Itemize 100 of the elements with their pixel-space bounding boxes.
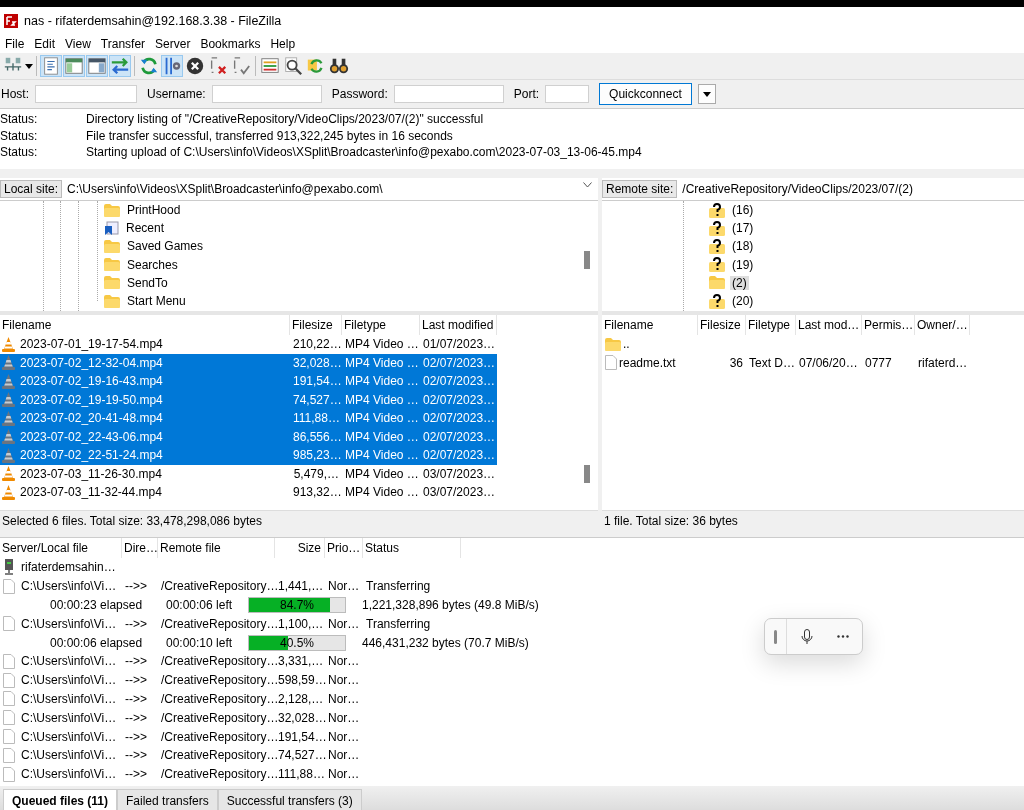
column-header[interactable]: Remote file: [158, 538, 275, 558]
status-text: Selected 6 files. Total size: 33,478,298,086 bytes: [0, 510, 598, 531]
column-header[interactable]: Filename: [0, 315, 290, 335]
queue-row[interactable]: C:\Users\info\Vi… -->> /CreativeRepository…598,59…Nor…: [0, 670, 1024, 690]
tree-item[interactable]: (17): [730, 221, 756, 236]
file-row[interactable]: 2023-07-03_11-32-44.mp4 913,32… MP4 Video … 03/07/2023…: [0, 483, 497, 502]
tab[interactable]: Successful transfers (3): [217, 789, 362, 810]
log-message: File transfer successful, transferred 913,322,245 bytes in 16 seconds: [86, 127, 453, 144]
menu-item[interactable]: Edit: [29, 37, 61, 51]
elapsed-time: 00:00:06 elapsed: [49, 635, 144, 650]
cone-icon: [2, 373, 15, 389]
column-header[interactable]: Filesize: [290, 315, 342, 335]
file-row[interactable]: 2023-07-02_22-51-24.mp4 985,23… MP4 Video … 02/07/2023…: [0, 446, 497, 465]
log-label: Status:: [0, 144, 39, 161]
file-row[interactable]: readme.txt 36 Text D… 07/06/20… 0777 rifaterd…: [602, 353, 1024, 372]
path-field[interactable]: /CreativeRepository/VideoClips/2023/07/(2): [677, 182, 1024, 196]
tree-item[interactable]: (2): [730, 275, 749, 290]
column-header[interactable]: Filetype: [746, 315, 796, 335]
password-label: Password:: [331, 87, 388, 101]
toolbar-button[interactable]: [184, 55, 206, 77]
parent-folder-name[interactable]: ..: [623, 337, 630, 352]
tree-item[interactable]: PrintHood: [125, 203, 183, 218]
folder-icon: [709, 276, 725, 290]
folder-icon: [104, 258, 120, 272]
queue-row[interactable]: C:\Users\info\Vi… -->> /CreativeRepository…191,54…Nor…: [0, 727, 1024, 746]
tree-item[interactable]: Recent: [124, 221, 167, 236]
queue-row[interactable]: C:\Users\info\Vi… -->> /CreativeRepository…1,100,… Nor… Transferring: [0, 614, 1024, 634]
column-header[interactable]: Last modified: [420, 315, 497, 335]
caret-icon: [702, 92, 711, 97]
grip-icon: [774, 629, 777, 644]
tab[interactable]: Queued files (11): [3, 789, 118, 810]
document-icon: [3, 766, 15, 782]
tree-item[interactable]: (19): [730, 257, 756, 272]
menu-item[interactable]: View: [60, 37, 96, 51]
cone-icon: [2, 447, 15, 463]
toolbar-button[interactable]: [86, 55, 108, 77]
file-row[interactable]: 2023-07-02_20-41-48.mp4 111,88… MP4 Video … 02/07/2023…: [0, 409, 497, 428]
unknown-folder-icon: [709, 293, 725, 309]
column-header[interactable]: Filetype: [342, 315, 420, 335]
column-header[interactable]: Status: [363, 538, 461, 558]
tab[interactable]: Failed transfers: [117, 789, 218, 810]
log-icon: [44, 57, 58, 75]
password-field[interactable]: [393, 85, 504, 103]
file-row[interactable]: 2023-07-03_11-26-30.mp4 5,479,… MP4 Video … 03/07/2023…: [0, 464, 497, 483]
tree-item[interactable]: Saved Games: [125, 239, 206, 254]
host-field[interactable]: [35, 85, 137, 103]
column-header[interactable]: Last mod…: [796, 315, 862, 335]
log-message: Starting upload of C:\Users\info\Videos\XSplit\Broadcaster\info@pexabo.com\2023-07-03_13-06-45.mp4: [86, 144, 642, 161]
menu-item[interactable]: Server: [150, 37, 196, 51]
toolbar-button[interactable]: [282, 55, 304, 77]
scrollbar-thumb[interactable]: [584, 465, 590, 483]
tree-item[interactable]: Searches: [125, 257, 180, 272]
menu-item[interactable]: Bookmarks: [195, 37, 266, 51]
column-header[interactable]: Filename: [602, 315, 698, 335]
column-header[interactable]: Owner/…: [915, 315, 970, 335]
remote-site-label: Remote site:: [602, 180, 678, 198]
document-icon: [3, 710, 15, 726]
cancel-icon: [186, 57, 204, 75]
queue-row[interactable]: C:\Users\info\Vi… -->> /CreativeRepository…2,128,… Nor…: [0, 689, 1024, 709]
file-row[interactable]: 2023-07-02_19-16-43.mp4 191,54… MP4 Video … 02/07/2023…: [0, 372, 497, 391]
menu-item[interactable]: Help: [265, 37, 301, 51]
queue-row[interactable]: C:\Users\info\Vi… -->> /CreativeRepository…74,527…Nor…: [0, 745, 1024, 765]
log-message: Directory listing of "/CreativeRepository/VideoClips/2023/07/(2)" successful: [86, 111, 484, 128]
host-label: Host:: [1, 87, 29, 101]
username-field[interactable]: [211, 85, 322, 103]
transfer-bytes: 446,431,232 bytes (70.7 MiB/s): [361, 635, 530, 650]
port-field[interactable]: [545, 85, 590, 103]
caret-icon[interactable]: [25, 63, 33, 69]
menu-item[interactable]: Transfer: [95, 37, 151, 51]
file-row[interactable]: 2023-07-02_12-32-04.mp4 32,028… MP4 Video … 02/07/2023…: [0, 353, 497, 372]
column-header[interactable]: Prio…: [325, 538, 363, 558]
unknown-folder-icon: [709, 257, 725, 273]
column-header[interactable]: Filesize: [698, 315, 746, 335]
time-left: 00:00:10 left: [165, 635, 234, 650]
quickconnect-button[interactable]: Quickconnect: [599, 83, 692, 105]
file-row[interactable]: 2023-07-01_19-17-54.mp4 210,22… MP4 Video … 01/07/2023…: [0, 335, 497, 354]
column-header[interactable]: Dire…: [122, 538, 158, 558]
status-text: 1 file. Total size: 36 bytes: [602, 510, 1024, 531]
tree-item[interactable]: (16): [730, 203, 756, 218]
tree-item[interactable]: (20): [730, 294, 756, 309]
path-field[interactable]: C:\Users\info\Videos\XSplit\Broadcaster\info@pexabo.com\: [62, 182, 598, 196]
dropdown-button[interactable]: [697, 84, 716, 104]
queue-row[interactable]: C:\Users\info\Vi… -->> /CreativeRepository…32,028…Nor…: [0, 708, 1024, 728]
tree-item[interactable]: (18): [730, 239, 756, 254]
progress-bar: 84.7%: [248, 597, 346, 613]
queue-row[interactable]: C:\Users\info\Vi… -->> /CreativeRepository…111,88… Nor…: [0, 764, 1024, 784]
menu-item[interactable]: File: [0, 37, 30, 51]
scrollbar-thumb[interactable]: [584, 251, 590, 269]
disconnect-icon: [210, 57, 227, 75]
queue-row[interactable]: C:\Users\info\Vi… -->> /CreativeRepository…1,441,… Nor… Transferring: [0, 576, 1024, 596]
transfer-bytes: 1,221,328,896 bytes (49.8 MiB/s): [361, 598, 540, 612]
column-header[interactable]: Permis…: [862, 315, 915, 335]
document-icon: [3, 729, 15, 745]
filter-icon: [165, 56, 181, 76]
document-icon: [3, 616, 15, 632]
tree-item[interactable]: Start Menu: [125, 294, 188, 309]
tree-item[interactable]: SendTo: [125, 275, 170, 290]
column-header[interactable]: Size: [275, 538, 325, 558]
queue-row[interactable]: C:\Users\info\Vi… -->> /CreativeRepository…3,331,… Nor…: [0, 652, 1024, 671]
column-header[interactable]: Server/Local file: [0, 538, 122, 558]
